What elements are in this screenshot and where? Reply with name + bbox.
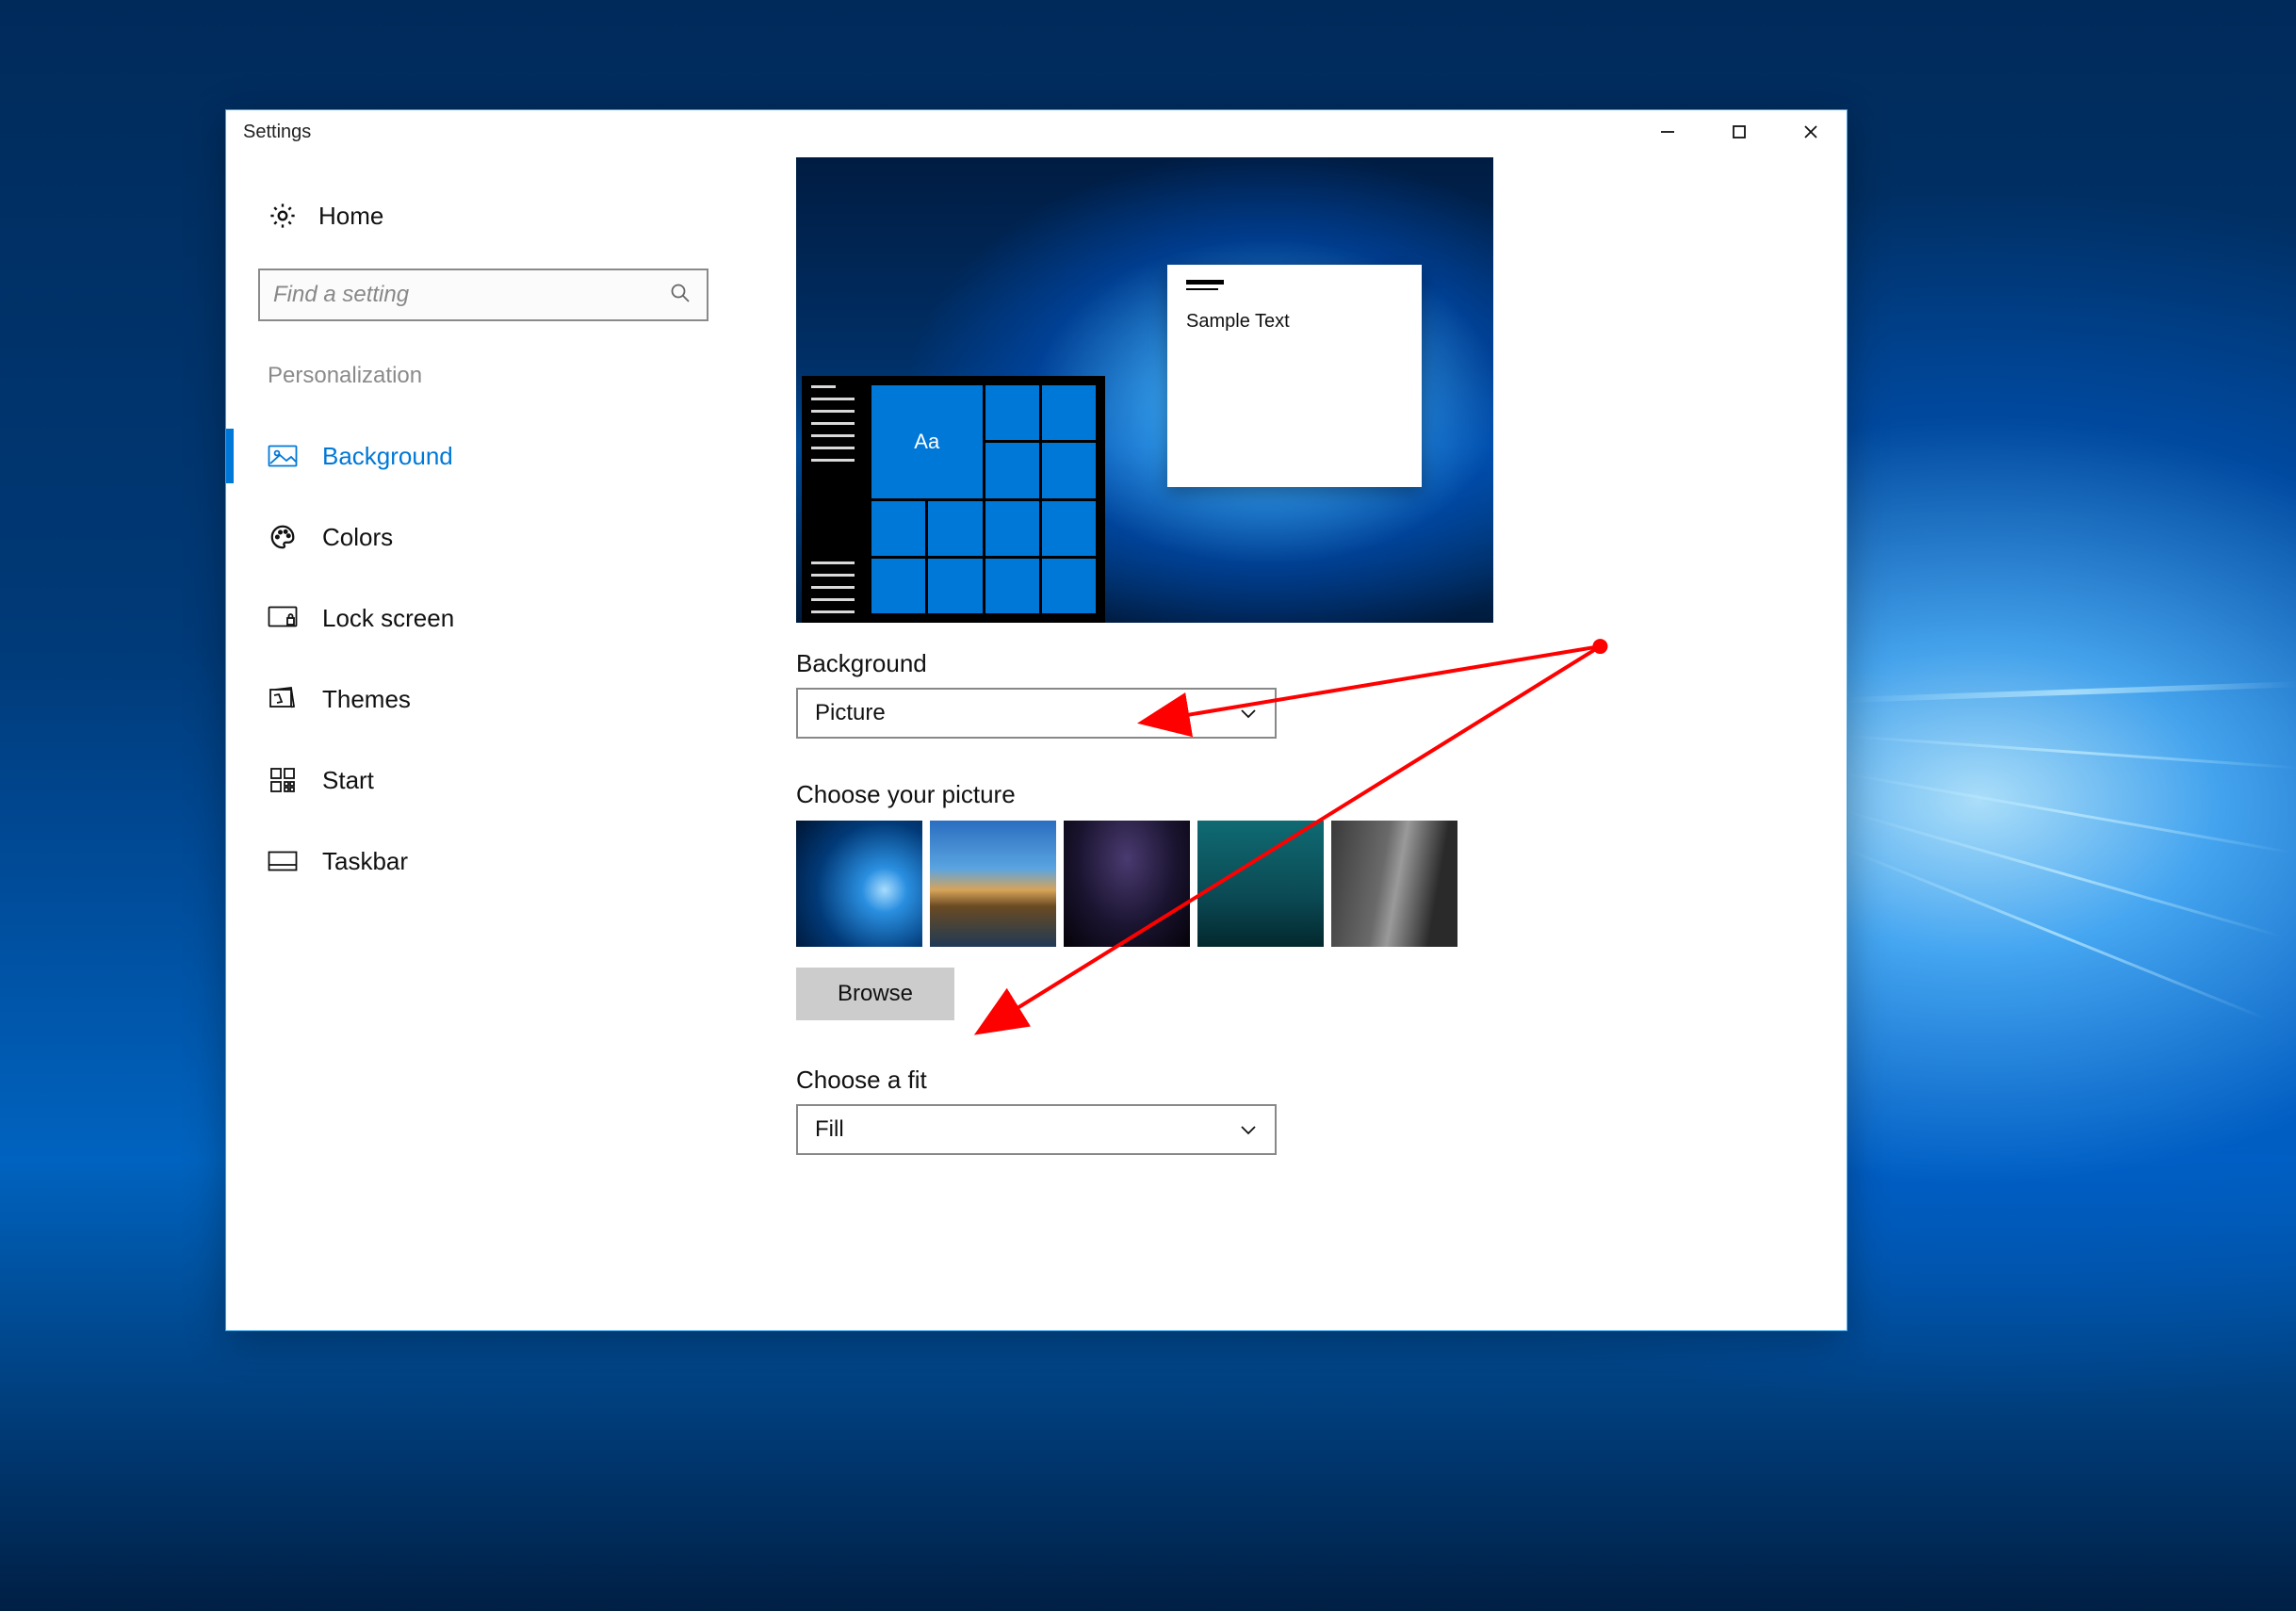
home-label: Home (318, 202, 383, 231)
fit-dropdown[interactable]: Fill (796, 1104, 1277, 1155)
wallpaper-streak (1846, 848, 2266, 1020)
choose-fit-label: Choose a fit (796, 1066, 1847, 1095)
picture-thumb-3[interactable] (1197, 821, 1324, 947)
picture-thumbnails (796, 821, 1847, 947)
preview-start-menu: Aa (802, 376, 1105, 623)
background-dropdown[interactable]: Picture (796, 688, 1277, 739)
sidebar-item-themes[interactable]: Themes (226, 659, 796, 740)
minimize-icon (1659, 123, 1676, 140)
sidebar-item-label: Start (322, 766, 374, 795)
themes-icon (266, 682, 300, 716)
sidebar-item-label: Themes (322, 685, 411, 714)
window-content: Home Personalization Background (226, 154, 1847, 1330)
titlebar[interactable]: Settings (226, 110, 1847, 154)
wallpaper-streak (1847, 773, 2292, 854)
picture-thumb-4[interactable] (1331, 821, 1457, 947)
sidebar-item-lock-screen[interactable]: Lock screen (226, 578, 796, 659)
main-pane: Aa Sample Text Background (796, 154, 1847, 1330)
start-icon (266, 763, 300, 797)
sidebar-item-colors[interactable]: Colors (226, 496, 796, 578)
lock-screen-icon (266, 601, 300, 635)
sidebar-item-background[interactable]: Background (226, 415, 796, 496)
browse-label: Browse (838, 981, 913, 1007)
sidebar: Home Personalization Background (226, 154, 796, 1330)
sample-text: Sample Text (1186, 311, 1403, 333)
picture-thumb-2[interactable] (1064, 821, 1190, 947)
search-input[interactable] (273, 282, 669, 308)
close-icon (1802, 123, 1819, 140)
gear-icon (266, 199, 300, 233)
chevron-down-icon (1239, 1116, 1258, 1143)
nav-list: Background Colors Lock screen (226, 415, 796, 902)
picture-thumb-0[interactable] (796, 821, 922, 947)
desktop-wallpaper: Settings Home (0, 0, 2296, 1611)
maximize-icon (1731, 123, 1748, 140)
picture-icon (266, 439, 300, 473)
search-icon (669, 282, 692, 309)
home-link[interactable]: Home (226, 180, 796, 253)
search-box[interactable] (258, 268, 708, 321)
preview-tile-aa: Aa (871, 385, 983, 498)
preview-sample-window: Sample Text (1167, 265, 1422, 487)
sidebar-item-start[interactable]: Start (226, 740, 796, 821)
wallpaper-streak (1847, 735, 2296, 769)
wallpaper-streak (1847, 681, 2296, 703)
palette-icon (266, 520, 300, 554)
maximize-button[interactable] (1703, 110, 1775, 154)
sidebar-item-label: Colors (322, 523, 393, 552)
settings-window: Settings Home (225, 109, 1848, 1331)
taskbar-icon (266, 844, 300, 878)
background-label: Background (796, 649, 1847, 678)
close-button[interactable] (1775, 110, 1847, 154)
sidebar-item-label: Background (322, 442, 453, 471)
picture-thumb-1[interactable] (930, 821, 1056, 947)
choose-picture-label: Choose your picture (796, 780, 1847, 809)
fit-value: Fill (815, 1116, 844, 1143)
browse-button[interactable]: Browse (796, 968, 954, 1020)
sidebar-item-label: Lock screen (322, 604, 454, 633)
sidebar-item-taskbar[interactable]: Taskbar (226, 821, 796, 902)
sidebar-item-label: Taskbar (322, 847, 408, 876)
background-preview: Aa Sample Text (796, 157, 1493, 623)
category-label: Personalization (226, 348, 796, 399)
window-controls (1632, 110, 1847, 154)
minimize-button[interactable] (1632, 110, 1703, 154)
background-value: Picture (815, 700, 886, 726)
window-title: Settings (243, 122, 311, 143)
chevron-down-icon (1239, 700, 1258, 726)
